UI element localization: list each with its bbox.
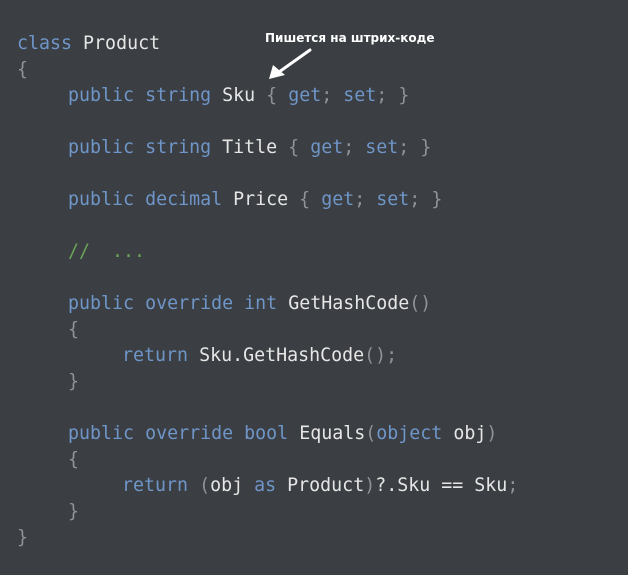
code-punctuation: ; [507,475,519,496]
code-comment: // ... [68,241,146,262]
code-property-name: Price [233,189,289,210]
code-line-gethashcode-return: return Sku.GetHashCode(); [122,343,397,369]
code-line-class-declaration: class Product [17,31,160,57]
code-keyword: set [376,189,410,210]
code-line-equals-return: return (obj as Product)?.Sku == Sku; [122,473,518,499]
code-brace: } [68,371,80,392]
code-keyword: public [68,137,135,158]
annotation-arrow-icon [269,48,312,79]
code-line-equals-signature: public override bool Equals(object obj) [68,421,497,447]
code-brace: } [420,137,432,158]
code-keyword: set [343,85,377,106]
code-line-class-close-brace: } [17,525,28,551]
code-brace: { [299,189,311,210]
code-property-name: Sku [222,85,256,106]
code-brace: { [17,59,29,80]
code-keyword: public [68,293,135,314]
code-member-access: ?.Sku [375,475,431,496]
code-punctuation: ( [365,423,377,444]
code-brace: { [266,85,278,106]
code-line-gethashcode-close-brace: } [68,369,79,395]
code-punctuation: () [409,293,432,314]
code-keyword: public [68,85,135,106]
code-punctuation: ; [386,345,398,366]
code-type-name: Product [287,475,365,496]
code-brace: { [68,319,80,340]
code-line-gethashcode-signature: public override int GetHashCode() [68,291,431,317]
code-method-name: GetHashCode [288,293,410,314]
code-keyword: decimal [145,189,223,210]
code-parameter: obj [210,475,244,496]
code-brace: { [68,449,80,470]
code-keyword: int [244,293,278,314]
code-keyword: object [376,423,443,444]
code-brace: } [17,527,29,548]
code-keyword: return [122,345,189,366]
code-punctuation: ( [199,475,211,496]
code-line-title-property: public string Title { get; set; } [68,135,431,161]
code-keyword: return [122,475,189,496]
code-line-equals-close-brace: } [68,499,79,525]
code-line-gethashcode-open-brace: { [68,317,79,343]
code-brace: { [288,137,300,158]
code-punctuation: () [364,345,387,366]
code-keyword: as [254,475,277,496]
code-punctuation: ) [364,475,376,496]
code-parameter: obj [453,423,487,444]
code-keyword: get [288,85,322,106]
code-punctuation: ; [354,189,366,210]
code-method-name: Equals [299,423,366,444]
code-line-class-open-brace: { [17,57,28,83]
code-brace: } [431,189,443,210]
code-property-name: Title [222,137,278,158]
code-operator: == [441,475,464,496]
code-property-ref: Sku [474,475,508,496]
code-punctuation: ; [343,137,355,158]
code-line-sku-property: public string Sku { get; set; } [68,83,409,109]
code-punctuation: ; [409,189,421,210]
code-keyword: get [310,137,344,158]
code-line-price-property: public decimal Price { get; set; } [68,187,442,213]
code-keyword: string [145,85,212,106]
code-punctuation: ; [321,85,333,106]
code-brace: } [68,501,80,522]
code-keyword: class [17,33,73,54]
code-class-name: Product [83,33,161,54]
code-line-comment: // ... [68,239,145,265]
code-screenshot: Пишется на штрих-коде class Product { pu… [0,0,628,575]
code-keyword: override [145,293,234,314]
annotation-label: Пишется на штрих-коде [265,31,435,45]
code-brace: } [398,85,410,106]
code-keyword: public [68,423,135,444]
code-keyword: set [365,137,399,158]
code-punctuation: ; [398,137,410,158]
code-keyword: string [145,137,212,158]
code-line-equals-open-brace: { [68,447,79,473]
code-keyword: public [68,189,135,210]
code-punctuation: ) [486,423,498,444]
code-keyword: get [321,189,355,210]
code-keyword: override [145,423,234,444]
code-punctuation: ; [376,85,388,106]
code-call: Sku.GetHashCode [199,345,365,366]
code-keyword: bool [244,423,289,444]
